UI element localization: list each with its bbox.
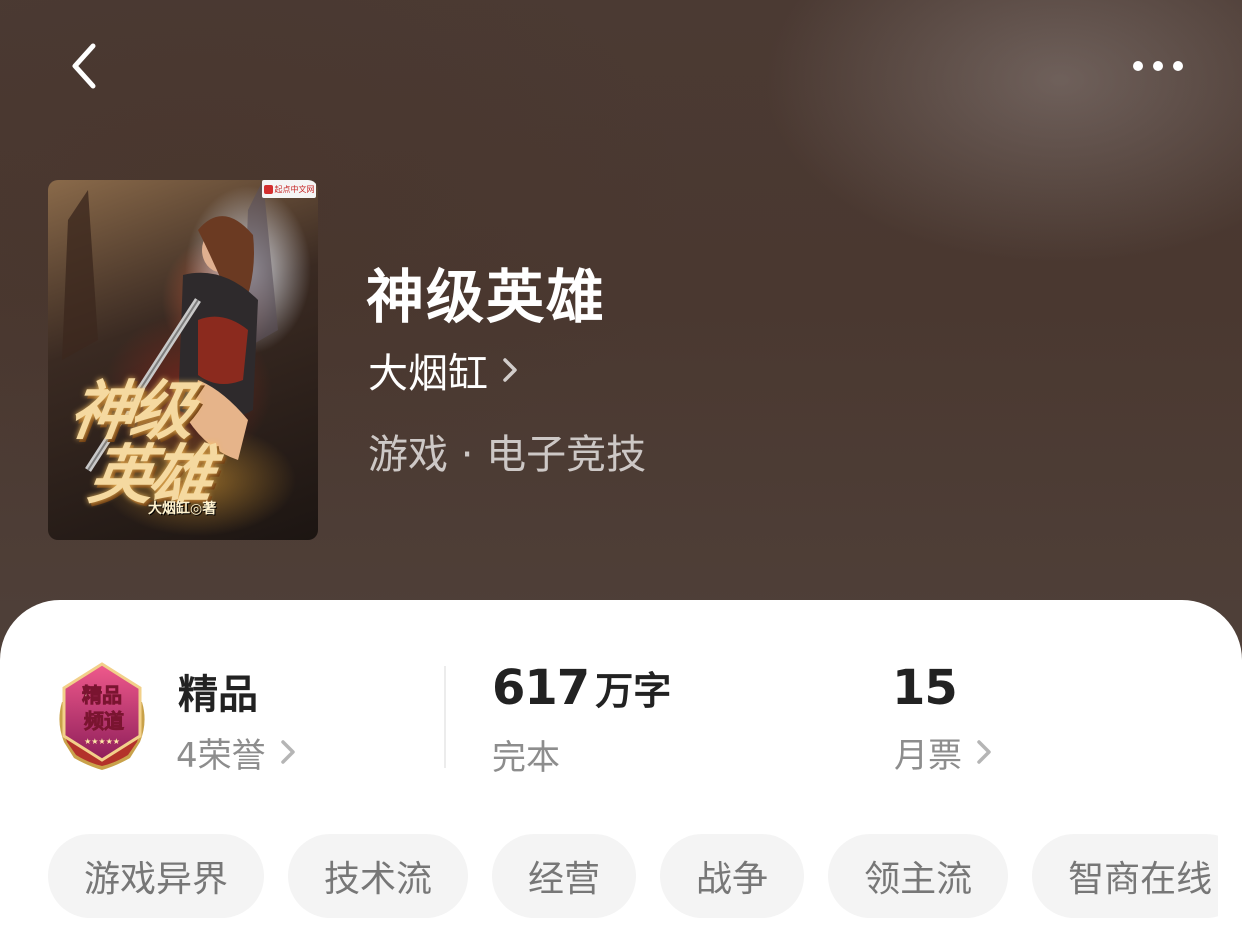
chevron-right-icon (977, 740, 991, 764)
chevron-right-icon (280, 740, 295, 764)
book-category: 游戏 · 电子竞技 (368, 432, 647, 478)
svg-text:频道: 频道 (84, 709, 124, 733)
completion-status: 完本 (492, 738, 560, 778)
header-hero: 起点中文网 神级 英雄 大烟缸◎著 神级英雄 大烟缸 游戏 · 电子竞技 (0, 0, 1242, 660)
word-count-number: 617 (492, 660, 590, 716)
book-title: 神级英雄 (366, 263, 607, 331)
monthly-ticket-label: 月票 (894, 735, 962, 776)
cover-author-credit: 大烟缸◎著 (148, 501, 217, 517)
honor-title: 精品 (178, 672, 258, 718)
cover-title-art: 神级 英雄 (65, 374, 215, 513)
tag-chip[interactable]: 技术流 (288, 834, 469, 918)
tag-chip[interactable]: 游戏异界 (48, 834, 265, 918)
author-link[interactable]: 大烟缸 (368, 342, 518, 398)
tag-chip[interactable]: 智商在线 (1032, 834, 1218, 918)
word-count-unit: 万字 (595, 669, 672, 713)
tag-list: 游戏异界 技术流 经营 战争 领主流 智商在线 (48, 834, 1218, 918)
book-cover[interactable]: 起点中文网 神级 英雄 大烟缸◎著 (48, 180, 318, 540)
tag-chip[interactable]: 战争 (660, 834, 805, 918)
word-count: 617 万字 (492, 660, 671, 716)
monthly-ticket-count: 15 (892, 660, 958, 716)
premium-channel-badge-icon: 精品 频道 ★★★★★ (59, 662, 145, 770)
author-name: 大烟缸 (368, 351, 488, 397)
tag-chip[interactable]: 领主流 (828, 834, 1009, 918)
more-dots-icon (1133, 61, 1143, 71)
tag-chip[interactable]: 经营 (492, 834, 637, 918)
honors-link[interactable]: 4荣誉 (176, 728, 296, 776)
back-arrow-icon (72, 43, 96, 89)
svg-text:★★★★★: ★★★★★ (84, 737, 120, 746)
more-button[interactable] (1122, 44, 1194, 88)
publisher-badge: 起点中文网 (262, 180, 316, 198)
chevron-right-icon (503, 358, 517, 382)
stats-divider (444, 666, 446, 768)
honors-count: 4荣誉 (176, 735, 266, 776)
back-button[interactable] (56, 36, 112, 96)
monthly-ticket-link[interactable]: 月票 (894, 728, 992, 776)
svg-text:精品: 精品 (82, 683, 122, 707)
